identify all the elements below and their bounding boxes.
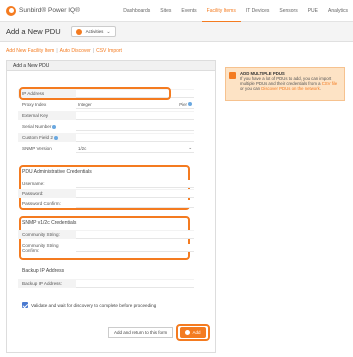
tab-separator: | [92, 48, 95, 54]
serial-number-input[interactable] [76, 122, 194, 131]
chevron-down-icon: ⌄ [106, 28, 111, 35]
info-icon [229, 72, 236, 79]
chevron-down-icon: ⌄ [188, 145, 192, 150]
nav-links: Dashboards Sites Events Facility Items I… [118, 0, 353, 22]
nav-it-devices[interactable]: IT Devices [241, 0, 275, 22]
password-row: Password: [18, 189, 194, 198]
custom-field-2-row: Custom Field 2 [18, 133, 194, 142]
community-string-input[interactable] [76, 230, 194, 239]
proxy-index-extra-label: Pier [179, 101, 187, 107]
csv-file-link[interactable]: CSV file [322, 81, 338, 86]
add-and-return-button[interactable]: Add and return to this form [108, 327, 174, 338]
snmp-version-row: SNMP Version 1/2c ⌄ [18, 144, 194, 153]
community-confirm-label: Community String Confirm: [18, 243, 76, 253]
help-icon[interactable] [52, 124, 57, 129]
custom-field-2-input[interactable] [76, 133, 194, 142]
admin-credentials-title: PDU Administrative Credentials [22, 169, 92, 175]
snmp-credentials-title: SNMP v1/2c Credentials [22, 220, 77, 226]
community-confirm-row: Community String Confirm: [18, 240, 194, 255]
activities-label: Activities [85, 29, 104, 34]
snmp-version-select[interactable]: 1/2c ⌄ [76, 144, 194, 153]
snmp-version-label: SNMP Version [22, 146, 52, 151]
username-label: Username: [22, 181, 45, 186]
password-confirm-label: Password Confirm: [22, 201, 61, 206]
backup-ip-input[interactable] [76, 279, 194, 288]
subtabs: Add New Facility Item | Auto Discover | … [6, 48, 122, 54]
validate-checkbox-label: Validate and wait for discovery to compl… [31, 302, 157, 308]
proxy-index-row: Proxy Index Integer Pier [18, 100, 194, 109]
info-text-2: or you can [240, 86, 262, 91]
nav-facility-items[interactable]: Facility Items [201, 0, 241, 22]
backup-ip-row: Backup IP Address: [18, 279, 194, 288]
top-navigation: Sunbird® Power IQ® Dashboards Sites Even… [0, 0, 353, 22]
info-text-1: If you have a lot of PDUs to add, you ca… [240, 76, 332, 86]
nav-sites[interactable]: Sites [155, 0, 176, 22]
nav-sensors[interactable]: Sensors [274, 0, 302, 22]
backup-ip-label: Backup IP Address: [22, 281, 63, 286]
gear-icon [75, 28, 82, 35]
nav-events[interactable]: Events [176, 0, 201, 22]
community-string-row: Community String: [18, 230, 194, 239]
brand[interactable]: Sunbird® Power IQ® [6, 5, 118, 16]
add-button[interactable]: Add [180, 327, 206, 338]
tab-add-new-facility-item[interactable]: Add New Facility Item [6, 48, 54, 54]
nav-analytics[interactable]: Analytics [323, 0, 353, 22]
serial-number-row: Serial Number [18, 122, 194, 131]
proxy-index-extra: Pier [179, 102, 192, 107]
app-name: Sunbird® Power IQ® [19, 7, 80, 14]
external-key-label: External Key [22, 113, 49, 118]
add-multiple-pdus-info: ADD MULTIPLE PDUS If you have a lot of P… [225, 67, 345, 101]
external-key-input[interactable] [76, 111, 194, 120]
nav-pue[interactable]: PUE [303, 0, 323, 22]
add-button-label: Add [192, 330, 201, 335]
snmp-version-value: 1/2c [78, 145, 87, 151]
page-title: Add a New PDU [6, 27, 61, 36]
custom-field-2-label: Custom Field 2 [18, 135, 76, 140]
discover-pdus-link[interactable]: Discover PDUs on the network [261, 86, 320, 91]
username-input[interactable] [76, 179, 194, 188]
proxy-index-placeholder: Integer [78, 101, 92, 107]
info-text-3: . [319, 86, 321, 91]
validate-checkbox-row[interactable]: Validate and wait for discovery to compl… [22, 302, 156, 308]
serial-number-label-text: Serial Number [22, 124, 52, 129]
proxy-index-input[interactable]: Integer Pier [76, 100, 194, 109]
ip-address-highlight [19, 87, 171, 100]
proxy-index-label: Proxy Index [22, 102, 47, 107]
tab-auto-discover[interactable]: Auto Discover [60, 48, 91, 54]
sunbird-logo-icon [6, 5, 16, 16]
activities-dropdown[interactable]: Activities ⌄ [70, 26, 116, 37]
password-confirm-row: Password Confirm: [18, 199, 194, 208]
external-key-row: External Key [18, 111, 194, 120]
backup-ip-title: Backup IP Address [22, 268, 65, 274]
title-bar: Add a New PDU Activities ⌄ [0, 22, 353, 42]
password-input[interactable] [76, 189, 194, 198]
community-confirm-label-2: Confirm: [22, 247, 40, 253]
help-icon[interactable] [188, 102, 192, 107]
form-header: Add a New PDU [7, 61, 215, 71]
serial-number-label: Serial Number [18, 124, 76, 129]
tab-separator: | [56, 48, 58, 54]
password-label: Password: [22, 191, 44, 196]
nav-dashboards[interactable]: Dashboards [118, 0, 155, 22]
password-confirm-input[interactable] [76, 199, 194, 208]
validate-checkbox[interactable] [22, 302, 28, 308]
check-circle-icon [185, 330, 191, 335]
community-string-label: Community String: [22, 232, 60, 237]
username-row: Username: [18, 179, 194, 188]
info-text: ADD MULTIPLE PDUS If you have a lot of P… [240, 71, 341, 97]
community-confirm-input[interactable] [76, 243, 194, 252]
tab-csv-import[interactable]: CSV Import [96, 48, 122, 54]
custom-field-2-label-text: Custom Field 2 [22, 135, 53, 140]
help-icon[interactable] [53, 135, 58, 140]
